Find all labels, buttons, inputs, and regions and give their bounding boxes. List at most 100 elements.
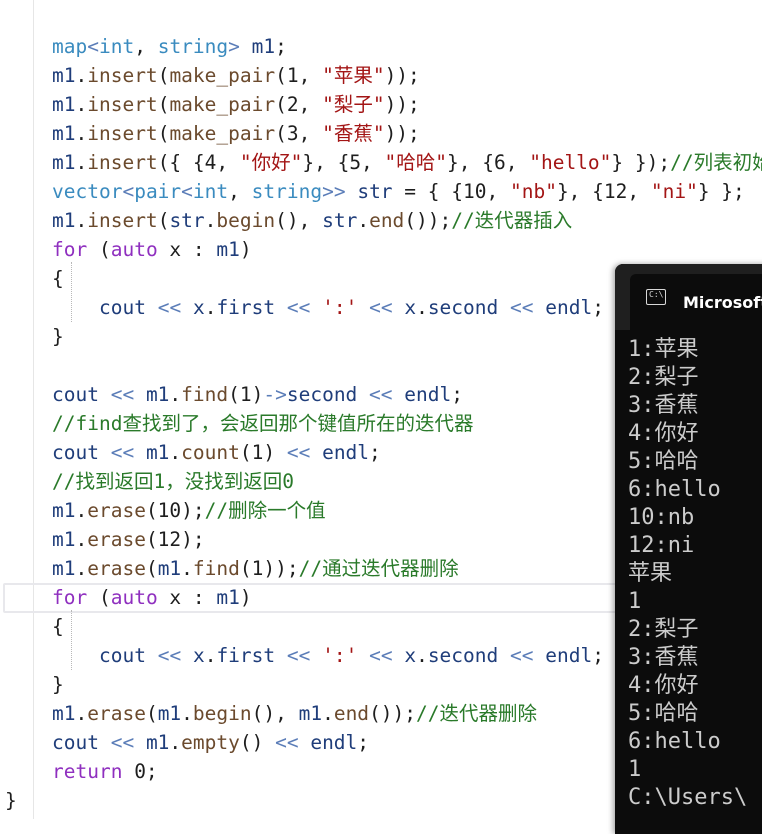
code-token: auto: [110, 238, 158, 261]
console-line: 2:梨子: [628, 617, 699, 642]
code-token: count: [181, 441, 240, 464]
code-token: }, {5,: [302, 151, 385, 174]
code-token: .: [181, 557, 193, 580]
code-token: "hello": [529, 151, 612, 174]
code-token: end: [333, 702, 370, 725]
code-line[interactable]: //find查找到了，会返回那个键值所在的迭代器: [52, 409, 473, 438]
code-line[interactable]: {: [52, 612, 64, 641]
code-line[interactable]: m1.insert(make_pair(3, "香蕉"));: [52, 119, 420, 148]
code-token: }: [52, 673, 64, 696]
code-line[interactable]: for (auto x : m1): [52, 583, 252, 612]
code-token: first: [216, 296, 276, 319]
code-token: (: [157, 93, 170, 116]
code-token: {: [52, 267, 64, 290]
code-line[interactable]: }: [52, 322, 64, 351]
code-token: insert: [87, 151, 158, 174]
code-line[interactable]: m1.insert(make_pair(2, "梨子"));: [52, 90, 420, 119]
code-token: >: [228, 35, 252, 58]
console-line: 1: [628, 757, 642, 782]
code-token: ;: [592, 644, 604, 667]
code-token: x :: [157, 586, 217, 609]
code-token: find: [192, 557, 240, 580]
code-line[interactable]: for (auto x : m1): [52, 235, 252, 264]
code-token: }: [52, 325, 64, 348]
code-token: make_pair: [169, 64, 276, 87]
code-token: empty: [181, 731, 240, 754]
block-guide: [71, 262, 72, 322]
code-token: ;: [592, 296, 604, 319]
console-line: 6:hello: [628, 729, 721, 754]
code-token: <: [122, 180, 135, 203]
code-token: <<: [263, 731, 311, 754]
code-line[interactable]: m1.erase(10);//删除一个值: [52, 496, 326, 525]
code-token: //迭代器删除: [416, 702, 538, 725]
code-line[interactable]: cout << m1.count(1) << endl;: [52, 438, 381, 467]
code-token: .: [416, 296, 428, 319]
code-token: ): [239, 238, 252, 261]
code-token: <<: [357, 383, 405, 406]
code-line[interactable]: }: [5, 786, 17, 815]
code-token: ;: [357, 731, 370, 754]
code-line[interactable]: m1.insert(make_pair(1, "苹果"));: [52, 61, 420, 90]
code-token: ));: [384, 64, 420, 87]
code-line[interactable]: cout << m1.find(1)->second << endl;: [52, 380, 463, 409]
code-token: ,: [228, 180, 252, 203]
code-token: map: [52, 35, 88, 58]
code-line[interactable]: cout << x.first << ':' << x.second << en…: [99, 641, 604, 670]
code-token: <<: [357, 644, 405, 667]
code-token: (: [87, 238, 111, 261]
code-line[interactable]: return 0;: [52, 757, 158, 786]
code-token: endl: [310, 731, 358, 754]
code-token: }, {6,: [447, 151, 530, 174]
code-token: vector: [52, 180, 123, 203]
code-token: (1): [228, 383, 264, 406]
code-token: ());: [404, 209, 452, 232]
console-line: 2:梨子: [628, 365, 699, 390]
code-token: = { {10,: [392, 180, 510, 203]
code-token: auto: [110, 586, 158, 609]
code-line[interactable]: {: [52, 264, 64, 293]
code-line[interactable]: //找到返回1，没找到返回0: [52, 467, 294, 496]
code-line[interactable]: m1.erase(m1.begin(), m1.end());//迭代器删除: [52, 699, 537, 728]
debug-console-window[interactable]: Microsoft Visual Studio 调试控制台 1:苹果 2:梨子 3:…: [615, 264, 762, 834]
code-line[interactable]: }: [52, 670, 64, 699]
code-token: m1: [157, 702, 182, 725]
console-titlebar[interactable]: Microsoft Visual Studio 调试控制台: [615, 264, 762, 330]
code-line[interactable]: m1.insert({ {4, "你好"}, {5, "哈哈"}, {6, "h…: [52, 148, 762, 177]
code-token: m1: [145, 441, 170, 464]
code-token: int: [192, 180, 229, 203]
code-token: endl: [404, 383, 452, 406]
code-line[interactable]: vector<pair<int, string>> str = { {10, "…: [52, 177, 745, 206]
code-token: cout: [52, 441, 99, 464]
code-token: cout: [52, 383, 99, 406]
code-line[interactable]: m1.insert(str.begin(), str.end());//迭代器插…: [52, 206, 572, 235]
code-token: endl: [545, 644, 593, 667]
code-token: m1: [52, 528, 76, 551]
code-token: endl: [545, 296, 593, 319]
console-line: 10:nb: [628, 505, 695, 530]
code-token: ());: [369, 702, 417, 725]
code-token: string: [157, 35, 229, 58]
code-token: cout: [52, 731, 99, 754]
code-token: .: [75, 702, 88, 725]
code-line[interactable]: map<int, string> m1;: [52, 32, 287, 61]
code-token: (12);: [145, 528, 205, 551]
code-token: //删除一个值: [204, 499, 326, 522]
console-title: Microsoft Visual Studio 调试控制台: [683, 293, 762, 312]
code-token: end: [369, 209, 405, 232]
code-line[interactable]: cout << m1.empty() << endl;: [52, 728, 369, 757]
console-line: 苹果: [628, 561, 673, 586]
code-line[interactable]: m1.erase(12);: [52, 525, 205, 554]
code-line[interactable]: m1.erase(m1.find(1));//通过迭代器删除: [52, 554, 459, 583]
code-token: <<: [498, 644, 546, 667]
code-token: } };: [697, 180, 745, 203]
code-token: //迭代器插入: [451, 209, 573, 232]
code-token: .: [75, 528, 88, 551]
code-token: <<: [98, 441, 146, 464]
code-line[interactable]: cout << x.first << ':' << x.second << en…: [99, 293, 604, 322]
code-token: insert: [87, 93, 158, 116]
code-token: x: [404, 296, 417, 319]
console-line: 5:哈哈: [628, 701, 699, 726]
console-tab[interactable]: Microsoft Visual Studio 调试控制台: [630, 274, 762, 330]
console-line: 5:哈哈: [628, 449, 699, 474]
